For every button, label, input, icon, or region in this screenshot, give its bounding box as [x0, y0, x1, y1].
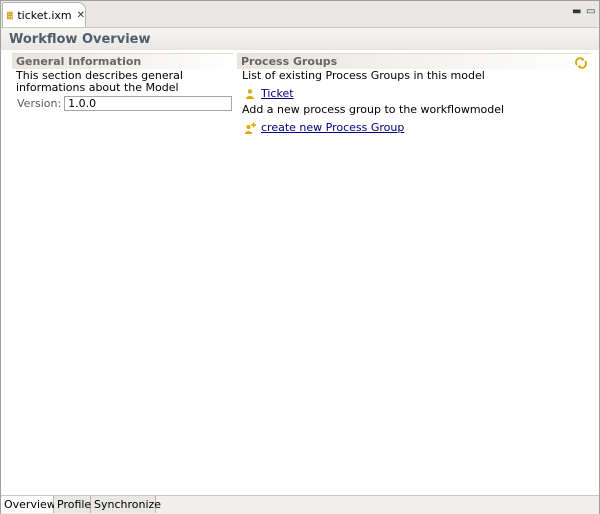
- add-process-group-icon: [245, 122, 256, 134]
- section-header: General Information: [12, 53, 233, 69]
- section-title: General Information: [16, 55, 142, 68]
- section-description: List of existing Process Groups in this …: [242, 69, 485, 82]
- section-header: Process Groups: [237, 53, 591, 69]
- maximize-icon[interactable]: ▭: [586, 7, 595, 17]
- close-icon[interactable]: ✕: [77, 10, 85, 21]
- process-group-link-ticket[interactable]: Ticket: [261, 87, 294, 100]
- section-description: This section describes general informati…: [16, 69, 183, 94]
- add-process-group-description: Add a new process group to the workflowm…: [242, 103, 505, 116]
- general-information-section: General Information This section describ…: [12, 53, 233, 133]
- editor-tab-ticket-ixm[interactable]: ticket.ixm ✕: [2, 2, 86, 27]
- process-groups-section: Process Groups List of existing Process …: [237, 53, 591, 134]
- version-label: Version:: [17, 97, 62, 110]
- tab-synchronize[interactable]: Synchronize: [91, 496, 161, 513]
- section-title: Process Groups: [241, 55, 338, 68]
- version-row: Version:: [17, 96, 233, 111]
- page-title: Workflow Overview: [9, 32, 151, 47]
- editor-tab-strip: ticket.ixm ✕ ▬ ▭: [1, 1, 599, 28]
- editor-window: ticket.ixm ✕ ▬ ▭ Workflow Overview Gener…: [0, 0, 600, 514]
- create-process-group-row: create new Process Group: [244, 121, 404, 134]
- form-header: Workflow Overview: [1, 28, 599, 50]
- process-group-item: Ticket: [244, 87, 294, 100]
- minimize-icon[interactable]: ▬: [572, 7, 581, 17]
- form-body: Workflow Overview General Information Th…: [1, 28, 599, 495]
- tab-profile[interactable]: Profile: [54, 496, 91, 513]
- process-group-icon: [246, 88, 254, 99]
- create-process-group-link[interactable]: create new Process Group: [261, 121, 404, 134]
- editor-tab-label: ticket.ixm: [17, 8, 72, 22]
- file-icon: [7, 11, 14, 19]
- page-tab-bar: Overview Profile Synchronize: [1, 495, 599, 514]
- refresh-icon[interactable]: [574, 56, 588, 70]
- version-input[interactable]: [64, 96, 233, 111]
- tab-overview[interactable]: Overview: [1, 496, 56, 513]
